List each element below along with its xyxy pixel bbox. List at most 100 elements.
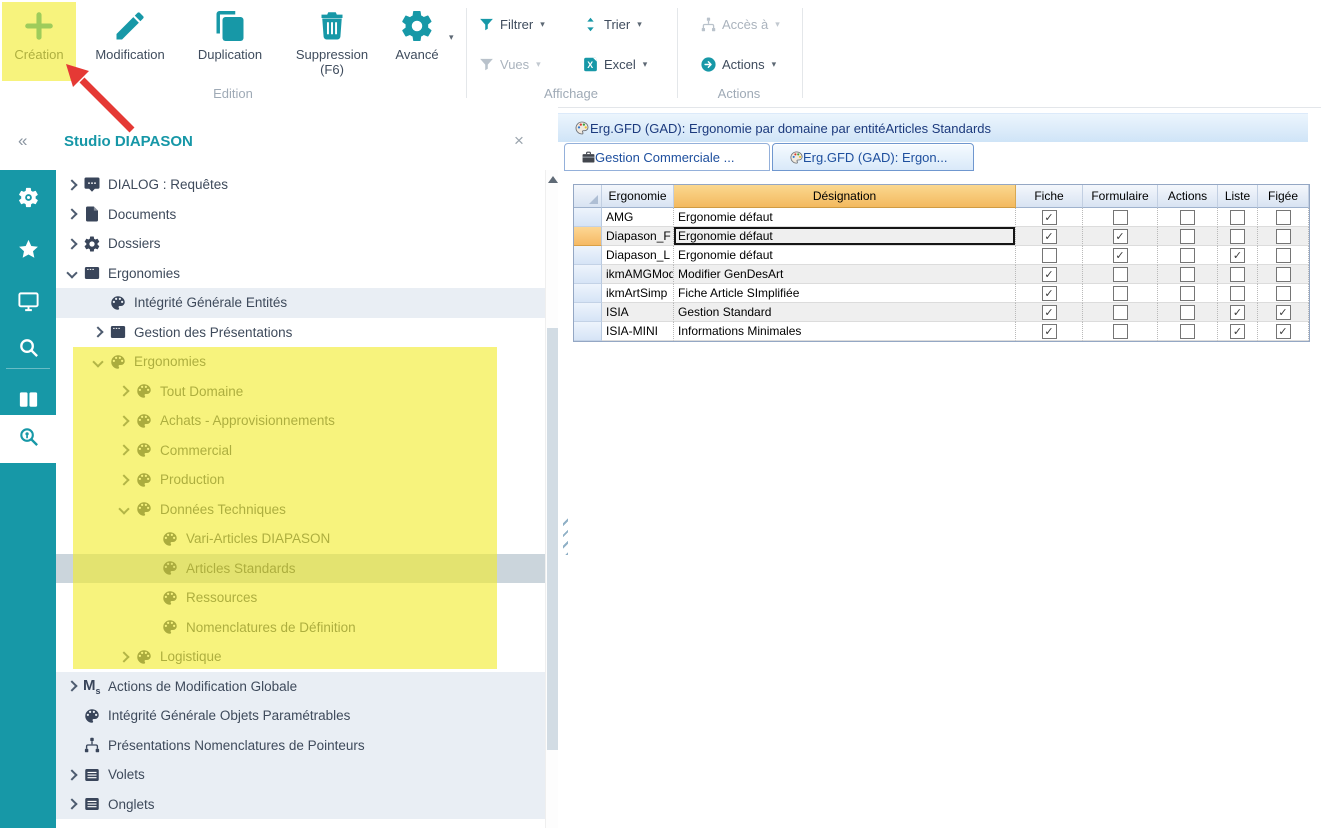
row-selector[interactable]	[574, 322, 602, 341]
dropdown-arrow-icon[interactable]: ▾	[643, 59, 648, 70]
liste-cell[interactable]: ✓	[1218, 322, 1258, 341]
table-row-diapason_f[interactable]: Diapason_FErgonomie défaut✓✓	[574, 227, 1309, 246]
checkbox-checked-icon[interactable]: ✓	[1276, 324, 1291, 339]
checkbox-unchecked-icon[interactable]	[1230, 286, 1245, 301]
tree-item-dossiers[interactable]: Dossiers	[56, 229, 545, 259]
modification-button[interactable]: Modification	[84, 4, 176, 82]
tree-item-logistique[interactable]: Logistique	[56, 642, 545, 672]
fiche-cell[interactable]: ✓	[1016, 322, 1083, 341]
tree-item-articles-standards[interactable]: Articles Standards	[56, 554, 545, 584]
tree-item-achats-approvisionnements[interactable]: Achats - Approvisionnements	[56, 406, 545, 436]
liste-cell[interactable]: ✓	[1218, 246, 1258, 265]
tree-item-gestion-des-pr-sentations[interactable]: Gestion des Présentations	[56, 318, 545, 348]
tree-item-nomenclatures-de-d-finition[interactable]: Nomenclatures de Définition	[56, 613, 545, 643]
fiche-cell[interactable]: ✓	[1016, 265, 1083, 284]
table-row-amg[interactable]: AMGErgonomie défaut ✓	[574, 208, 1309, 227]
column-header-formulaire[interactable]: Formulaire	[1083, 185, 1158, 208]
chevron-down-icon[interactable]	[61, 269, 83, 277]
tree-item-dialog-requ-tes[interactable]: DIALOG : Requêtes	[56, 170, 545, 200]
chevron-right-icon[interactable]	[61, 682, 83, 690]
actions-cell[interactable]	[1158, 227, 1218, 246]
designation-cell[interactable]: Ergonomie défaut	[674, 208, 1016, 227]
checkbox-unchecked-icon[interactable]	[1113, 267, 1128, 282]
checkbox-checked-icon[interactable]: ✓	[1042, 305, 1057, 320]
checkbox-checked-icon[interactable]: ✓	[1042, 267, 1057, 282]
figee-cell[interactable]: ✓	[1258, 303, 1309, 322]
tree-item-commercial[interactable]: Commercial	[56, 436, 545, 466]
suppression-button[interactable]: Suppression(F6)	[284, 4, 380, 82]
column-header-ergonomie[interactable]: Ergonomie	[602, 185, 674, 208]
avance-dropdown-arrow[interactable]: ▾	[449, 32, 454, 43]
ergonomie-cell[interactable]: ikmArtSimp	[602, 284, 674, 303]
checkbox-unchecked-icon[interactable]	[1042, 248, 1057, 263]
row-selector[interactable]	[574, 265, 602, 284]
chevron-right-icon[interactable]	[113, 417, 135, 425]
tree-item-onglets[interactable]: Onglets	[56, 790, 545, 820]
designation-cell[interactable]: Gestion Standard	[674, 303, 1016, 322]
dropdown-arrow-icon[interactable]: ▾	[536, 59, 541, 70]
rail-item-monitor[interactable]	[0, 280, 56, 328]
dropdown-arrow-icon[interactable]: ▾	[637, 19, 642, 30]
tree-item-ergonomies[interactable]: Ergonomies	[56, 347, 545, 377]
grid-corner-cell[interactable]	[574, 185, 602, 208]
checkbox-checked-icon[interactable]: ✓	[1042, 210, 1057, 225]
actions-cell[interactable]	[1158, 265, 1218, 284]
duplication-button[interactable]: Duplication	[184, 4, 276, 82]
checkbox-unchecked-icon[interactable]	[1180, 305, 1195, 320]
scroll-up-icon[interactable]	[548, 176, 558, 183]
dropdown-arrow-icon[interactable]: ▾	[775, 19, 780, 30]
tree-item-donn-es-techniques[interactable]: Données Techniques	[56, 495, 545, 525]
table-row-diapason_l[interactable]: Diapason_LErgonomie défaut ✓ ✓	[574, 246, 1309, 265]
figee-cell[interactable]: ✓	[1258, 322, 1309, 341]
tree-item-vari-articles-diapason[interactable]: Vari-Articles DIAPASON	[56, 524, 545, 554]
tree-item-int-grit-g-n-rale-entit-s[interactable]: Intégrité Générale Entités	[56, 288, 545, 318]
row-selector[interactable]	[574, 303, 602, 322]
checkbox-checked-icon[interactable]: ✓	[1230, 324, 1245, 339]
collapse-panel-icon[interactable]: «	[18, 131, 27, 151]
tree-item-volets[interactable]: Volets	[56, 760, 545, 790]
checkbox-unchecked-icon[interactable]	[1276, 210, 1291, 225]
column-header-liste[interactable]: Liste	[1218, 185, 1258, 208]
designation-cell[interactable]: Fiche Article SImplifiée	[674, 284, 1016, 303]
row-selector[interactable]	[574, 208, 602, 227]
formulaire-cell[interactable]	[1083, 265, 1158, 284]
ergonomie-cell[interactable]: ikmAMGModArt	[602, 265, 674, 284]
tree-item-production[interactable]: Production	[56, 465, 545, 495]
checkbox-unchecked-icon[interactable]	[1180, 286, 1195, 301]
designation-cell[interactable]: Informations Minimales	[674, 322, 1016, 341]
checkbox-unchecked-icon[interactable]	[1276, 267, 1291, 282]
chevron-down-icon[interactable]	[113, 505, 135, 513]
filtrer-button[interactable]: Filtrer▾	[478, 12, 545, 36]
chevron-right-icon[interactable]	[61, 771, 83, 779]
checkbox-unchecked-icon[interactable]	[1276, 286, 1291, 301]
designation-cell[interactable]: Ergonomie défaut	[674, 246, 1016, 265]
actions-cell[interactable]	[1158, 284, 1218, 303]
formulaire-cell[interactable]	[1083, 284, 1158, 303]
figee-cell[interactable]	[1258, 246, 1309, 265]
row-selector[interactable]	[574, 284, 602, 303]
chevron-right-icon[interactable]	[61, 240, 83, 248]
fiche-cell[interactable]	[1016, 246, 1083, 265]
checkbox-checked-icon[interactable]: ✓	[1042, 229, 1057, 244]
rail-item-search-location[interactable]	[0, 415, 56, 463]
row-selector[interactable]	[574, 227, 602, 246]
checkbox-checked-icon[interactable]: ✓	[1113, 229, 1128, 244]
fiche-cell[interactable]: ✓	[1016, 208, 1083, 227]
checkbox-unchecked-icon[interactable]	[1180, 324, 1195, 339]
table-row-ikmamgmodart[interactable]: ikmAMGModArtModifier GenDesArt✓	[574, 265, 1309, 284]
fiche-cell[interactable]: ✓	[1016, 303, 1083, 322]
checkbox-unchecked-icon[interactable]	[1113, 305, 1128, 320]
figee-cell[interactable]	[1258, 284, 1309, 303]
checkbox-checked-icon[interactable]: ✓	[1042, 286, 1057, 301]
checkbox-unchecked-icon[interactable]	[1276, 248, 1291, 263]
formulaire-cell[interactable]: ✓	[1083, 246, 1158, 265]
ergonomie-cell[interactable]: AMG	[602, 208, 674, 227]
fiche-cell[interactable]: ✓	[1016, 227, 1083, 246]
ergonomie-cell[interactable]: Diapason_L	[602, 246, 674, 265]
checkbox-unchecked-icon[interactable]	[1113, 210, 1128, 225]
checkbox-unchecked-icon[interactable]	[1180, 210, 1195, 225]
actions-cell[interactable]	[1158, 208, 1218, 227]
formulaire-cell[interactable]	[1083, 303, 1158, 322]
checkbox-unchecked-icon[interactable]	[1230, 267, 1245, 282]
checkbox-unchecked-icon[interactable]	[1113, 324, 1128, 339]
